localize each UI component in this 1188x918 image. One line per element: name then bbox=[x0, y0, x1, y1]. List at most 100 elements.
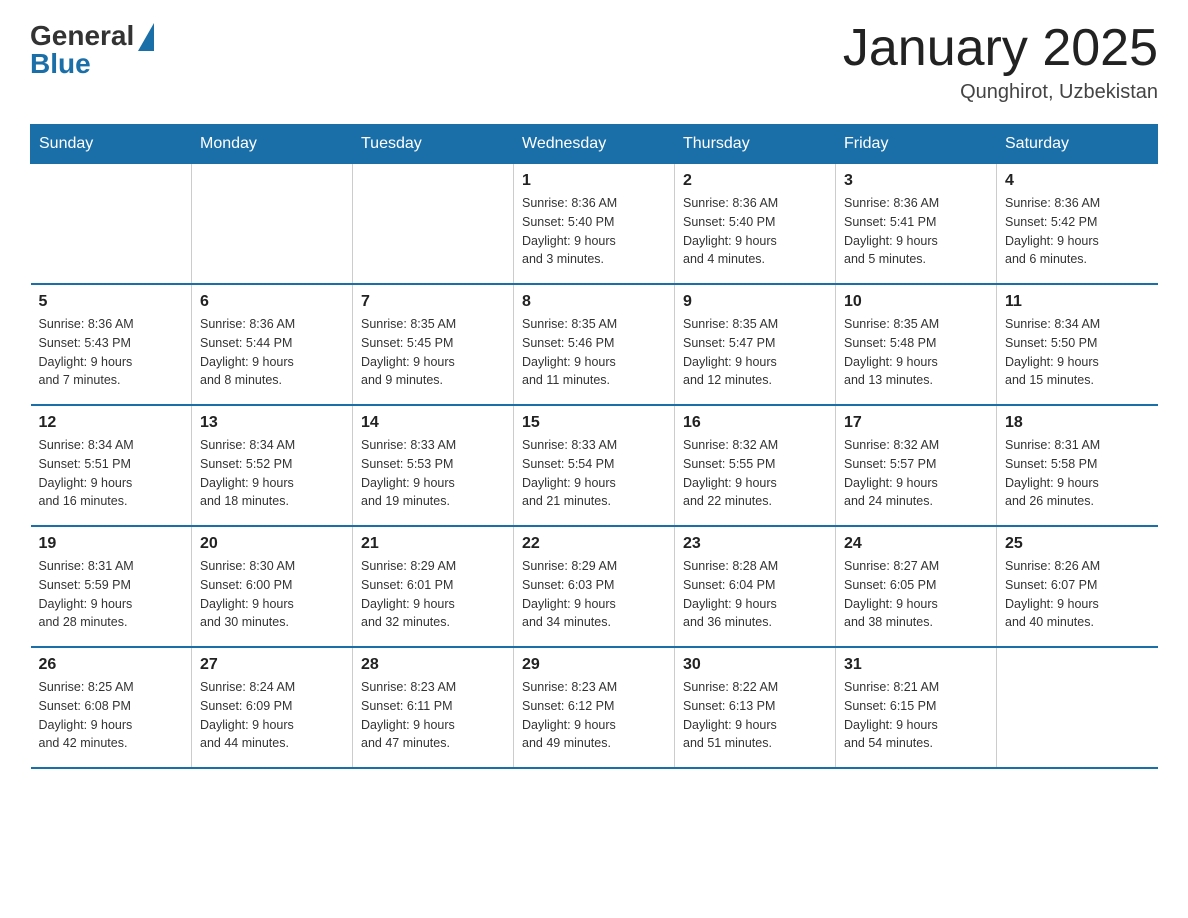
day-info: Sunrise: 8:33 AM Sunset: 5:53 PM Dayligh… bbox=[361, 436, 505, 511]
day-number: 11 bbox=[1005, 293, 1150, 311]
day-number: 31 bbox=[844, 656, 988, 674]
calendar-cell: 27 Sunrise: 8:24 AM Sunset: 6:09 PM Dayli… bbox=[192, 647, 353, 768]
weekday-header-thursday: Thursday bbox=[675, 125, 836, 164]
day-number: 7 bbox=[361, 293, 505, 311]
calendar-cell: 9 Sunrise: 8:35 AM Sunset: 5:47 PM Daylig… bbox=[675, 284, 836, 405]
day-info: Sunrise: 8:35 AM Sunset: 5:48 PM Dayligh… bbox=[844, 315, 988, 390]
calendar-cell: 31 Sunrise: 8:21 AM Sunset: 6:15 PM Dayli… bbox=[836, 647, 997, 768]
day-info: Sunrise: 8:36 AM Sunset: 5:42 PM Dayligh… bbox=[1005, 194, 1150, 269]
calendar-cell: 20Sunrise: 8:30 AM Sunset: 6:00 PM Dayli… bbox=[192, 526, 353, 647]
day-info: Sunrise: 8:36 AM Sunset: 5:43 PM Dayligh… bbox=[39, 315, 184, 390]
calendar-week-4: 19 Sunrise: 8:31 AM Sunset: 5:59 PM Dayli… bbox=[31, 526, 1158, 647]
day-info: Sunrise: 8:22 AM Sunset: 6:13 PM Dayligh… bbox=[683, 678, 827, 753]
day-number: 15 bbox=[522, 414, 666, 432]
day-info: Sunrise: 8:26 AM Sunset: 6:07 PM Dayligh… bbox=[1005, 557, 1150, 632]
calendar-cell bbox=[997, 647, 1158, 768]
calendar-cell: 28 Sunrise: 8:23 AM Sunset: 6:11 PM Dayli… bbox=[353, 647, 514, 768]
day-info: Sunrise: 8:31 AM Sunset: 5:59 PM Dayligh… bbox=[39, 557, 184, 632]
day-number: 13 bbox=[200, 414, 344, 432]
location-subtitle: Qunghirot, Uzbekistan bbox=[843, 81, 1158, 104]
day-info: Sunrise: 8:29 AM Sunset: 6:01 PM Dayligh… bbox=[361, 557, 505, 632]
calendar-cell: 30 Sunrise: 8:22 AM Sunset: 6:13 PM Dayli… bbox=[675, 647, 836, 768]
weekday-header-tuesday: Tuesday bbox=[353, 125, 514, 164]
day-info: Sunrise: 8:32 AM Sunset: 5:57 PM Dayligh… bbox=[844, 436, 988, 511]
day-info: Sunrise: 8:35 AM Sunset: 5:47 PM Dayligh… bbox=[683, 315, 827, 390]
calendar-cell: 16Sunrise: 8:32 AM Sunset: 5:55 PM Dayli… bbox=[675, 405, 836, 526]
calendar-cell: 10Sunrise: 8:35 AM Sunset: 5:48 PM Dayli… bbox=[836, 284, 997, 405]
calendar-table: SundayMondayTuesdayWednesdayThursdayFrid… bbox=[30, 124, 1158, 769]
calendar-cell: 14 Sunrise: 8:33 AM Sunset: 5:53 PM Dayli… bbox=[353, 405, 514, 526]
day-number: 28 bbox=[361, 656, 505, 674]
logo-triangle-icon bbox=[138, 23, 154, 51]
calendar-cell: 19 Sunrise: 8:31 AM Sunset: 5:59 PM Dayli… bbox=[31, 526, 192, 647]
day-number: 25 bbox=[1005, 535, 1150, 553]
calendar-cell bbox=[353, 164, 514, 285]
calendar-cell: 23 Sunrise: 8:28 AM Sunset: 6:04 PM Dayli… bbox=[675, 526, 836, 647]
calendar-cell: 22Sunrise: 8:29 AM Sunset: 6:03 PM Dayli… bbox=[514, 526, 675, 647]
day-number: 19 bbox=[39, 535, 184, 553]
day-number: 4 bbox=[1005, 172, 1150, 190]
calendar-cell: 6Sunrise: 8:36 AM Sunset: 5:44 PM Daylig… bbox=[192, 284, 353, 405]
calendar-cell: 5 Sunrise: 8:36 AM Sunset: 5:43 PM Daylig… bbox=[31, 284, 192, 405]
day-info: Sunrise: 8:21 AM Sunset: 6:15 PM Dayligh… bbox=[844, 678, 988, 753]
logo-blue-text: Blue bbox=[30, 48, 91, 80]
page-header: General Blue January 2025 Qunghirot, Uzb… bbox=[30, 20, 1158, 104]
day-info: Sunrise: 8:28 AM Sunset: 6:04 PM Dayligh… bbox=[683, 557, 827, 632]
day-number: 14 bbox=[361, 414, 505, 432]
day-info: Sunrise: 8:32 AM Sunset: 5:55 PM Dayligh… bbox=[683, 436, 827, 511]
title-section: January 2025 Qunghirot, Uzbekistan bbox=[843, 20, 1158, 104]
day-number: 30 bbox=[683, 656, 827, 674]
day-info: Sunrise: 8:25 AM Sunset: 6:08 PM Dayligh… bbox=[39, 678, 184, 753]
calendar-cell: 7Sunrise: 8:35 AM Sunset: 5:45 PM Daylig… bbox=[353, 284, 514, 405]
weekday-header-sunday: Sunday bbox=[31, 125, 192, 164]
calendar-cell: 13 Sunrise: 8:34 AM Sunset: 5:52 PM Dayli… bbox=[192, 405, 353, 526]
day-number: 21 bbox=[361, 535, 505, 553]
calendar-cell: 8Sunrise: 8:35 AM Sunset: 5:46 PM Daylig… bbox=[514, 284, 675, 405]
day-info: Sunrise: 8:30 AM Sunset: 6:00 PM Dayligh… bbox=[200, 557, 344, 632]
day-number: 8 bbox=[522, 293, 666, 311]
calendar-cell bbox=[31, 164, 192, 285]
logo: General Blue bbox=[30, 20, 154, 80]
day-number: 2 bbox=[683, 172, 827, 190]
day-number: 27 bbox=[200, 656, 344, 674]
calendar-cell: 26 Sunrise: 8:25 AM Sunset: 6:08 PM Dayli… bbox=[31, 647, 192, 768]
calendar-cell: 15 Sunrise: 8:33 AM Sunset: 5:54 PM Dayli… bbox=[514, 405, 675, 526]
day-info: Sunrise: 8:23 AM Sunset: 6:11 PM Dayligh… bbox=[361, 678, 505, 753]
calendar-week-5: 26 Sunrise: 8:25 AM Sunset: 6:08 PM Dayli… bbox=[31, 647, 1158, 768]
day-info: Sunrise: 8:36 AM Sunset: 5:40 PM Dayligh… bbox=[683, 194, 827, 269]
calendar-cell: 11 Sunrise: 8:34 AM Sunset: 5:50 PM Dayli… bbox=[997, 284, 1158, 405]
weekday-header-wednesday: Wednesday bbox=[514, 125, 675, 164]
day-number: 29 bbox=[522, 656, 666, 674]
calendar-week-3: 12Sunrise: 8:34 AM Sunset: 5:51 PM Dayli… bbox=[31, 405, 1158, 526]
day-number: 3 bbox=[844, 172, 988, 190]
day-info: Sunrise: 8:36 AM Sunset: 5:44 PM Dayligh… bbox=[200, 315, 344, 390]
day-info: Sunrise: 8:27 AM Sunset: 6:05 PM Dayligh… bbox=[844, 557, 988, 632]
day-info: Sunrise: 8:34 AM Sunset: 5:51 PM Dayligh… bbox=[39, 436, 184, 511]
day-info: Sunrise: 8:34 AM Sunset: 5:52 PM Dayligh… bbox=[200, 436, 344, 511]
day-info: Sunrise: 8:34 AM Sunset: 5:50 PM Dayligh… bbox=[1005, 315, 1150, 390]
calendar-cell: 17Sunrise: 8:32 AM Sunset: 5:57 PM Dayli… bbox=[836, 405, 997, 526]
day-number: 5 bbox=[39, 293, 184, 311]
day-number: 23 bbox=[683, 535, 827, 553]
calendar-cell bbox=[192, 164, 353, 285]
day-number: 9 bbox=[683, 293, 827, 311]
calendar-cell: 29Sunrise: 8:23 AM Sunset: 6:12 PM Dayli… bbox=[514, 647, 675, 768]
calendar-cell: 21 Sunrise: 8:29 AM Sunset: 6:01 PM Dayli… bbox=[353, 526, 514, 647]
weekday-header-friday: Friday bbox=[836, 125, 997, 164]
day-info: Sunrise: 8:31 AM Sunset: 5:58 PM Dayligh… bbox=[1005, 436, 1150, 511]
weekday-header-saturday: Saturday bbox=[997, 125, 1158, 164]
weekday-header-monday: Monday bbox=[192, 125, 353, 164]
calendar-cell: 18 Sunrise: 8:31 AM Sunset: 5:58 PM Dayli… bbox=[997, 405, 1158, 526]
calendar-cell: 25 Sunrise: 8:26 AM Sunset: 6:07 PM Dayli… bbox=[997, 526, 1158, 647]
calendar-header: SundayMondayTuesdayWednesdayThursdayFrid… bbox=[31, 125, 1158, 164]
day-info: Sunrise: 8:24 AM Sunset: 6:09 PM Dayligh… bbox=[200, 678, 344, 753]
calendar-cell: 3 Sunrise: 8:36 AM Sunset: 5:41 PM Daylig… bbox=[836, 164, 997, 285]
day-info: Sunrise: 8:36 AM Sunset: 5:41 PM Dayligh… bbox=[844, 194, 988, 269]
day-number: 18 bbox=[1005, 414, 1150, 432]
day-info: Sunrise: 8:33 AM Sunset: 5:54 PM Dayligh… bbox=[522, 436, 666, 511]
calendar-week-2: 5 Sunrise: 8:36 AM Sunset: 5:43 PM Daylig… bbox=[31, 284, 1158, 405]
day-info: Sunrise: 8:36 AM Sunset: 5:40 PM Dayligh… bbox=[522, 194, 666, 269]
day-number: 26 bbox=[39, 656, 184, 674]
calendar-cell: 4 Sunrise: 8:36 AM Sunset: 5:42 PM Daylig… bbox=[997, 164, 1158, 285]
weekday-header-row: SundayMondayTuesdayWednesdayThursdayFrid… bbox=[31, 125, 1158, 164]
